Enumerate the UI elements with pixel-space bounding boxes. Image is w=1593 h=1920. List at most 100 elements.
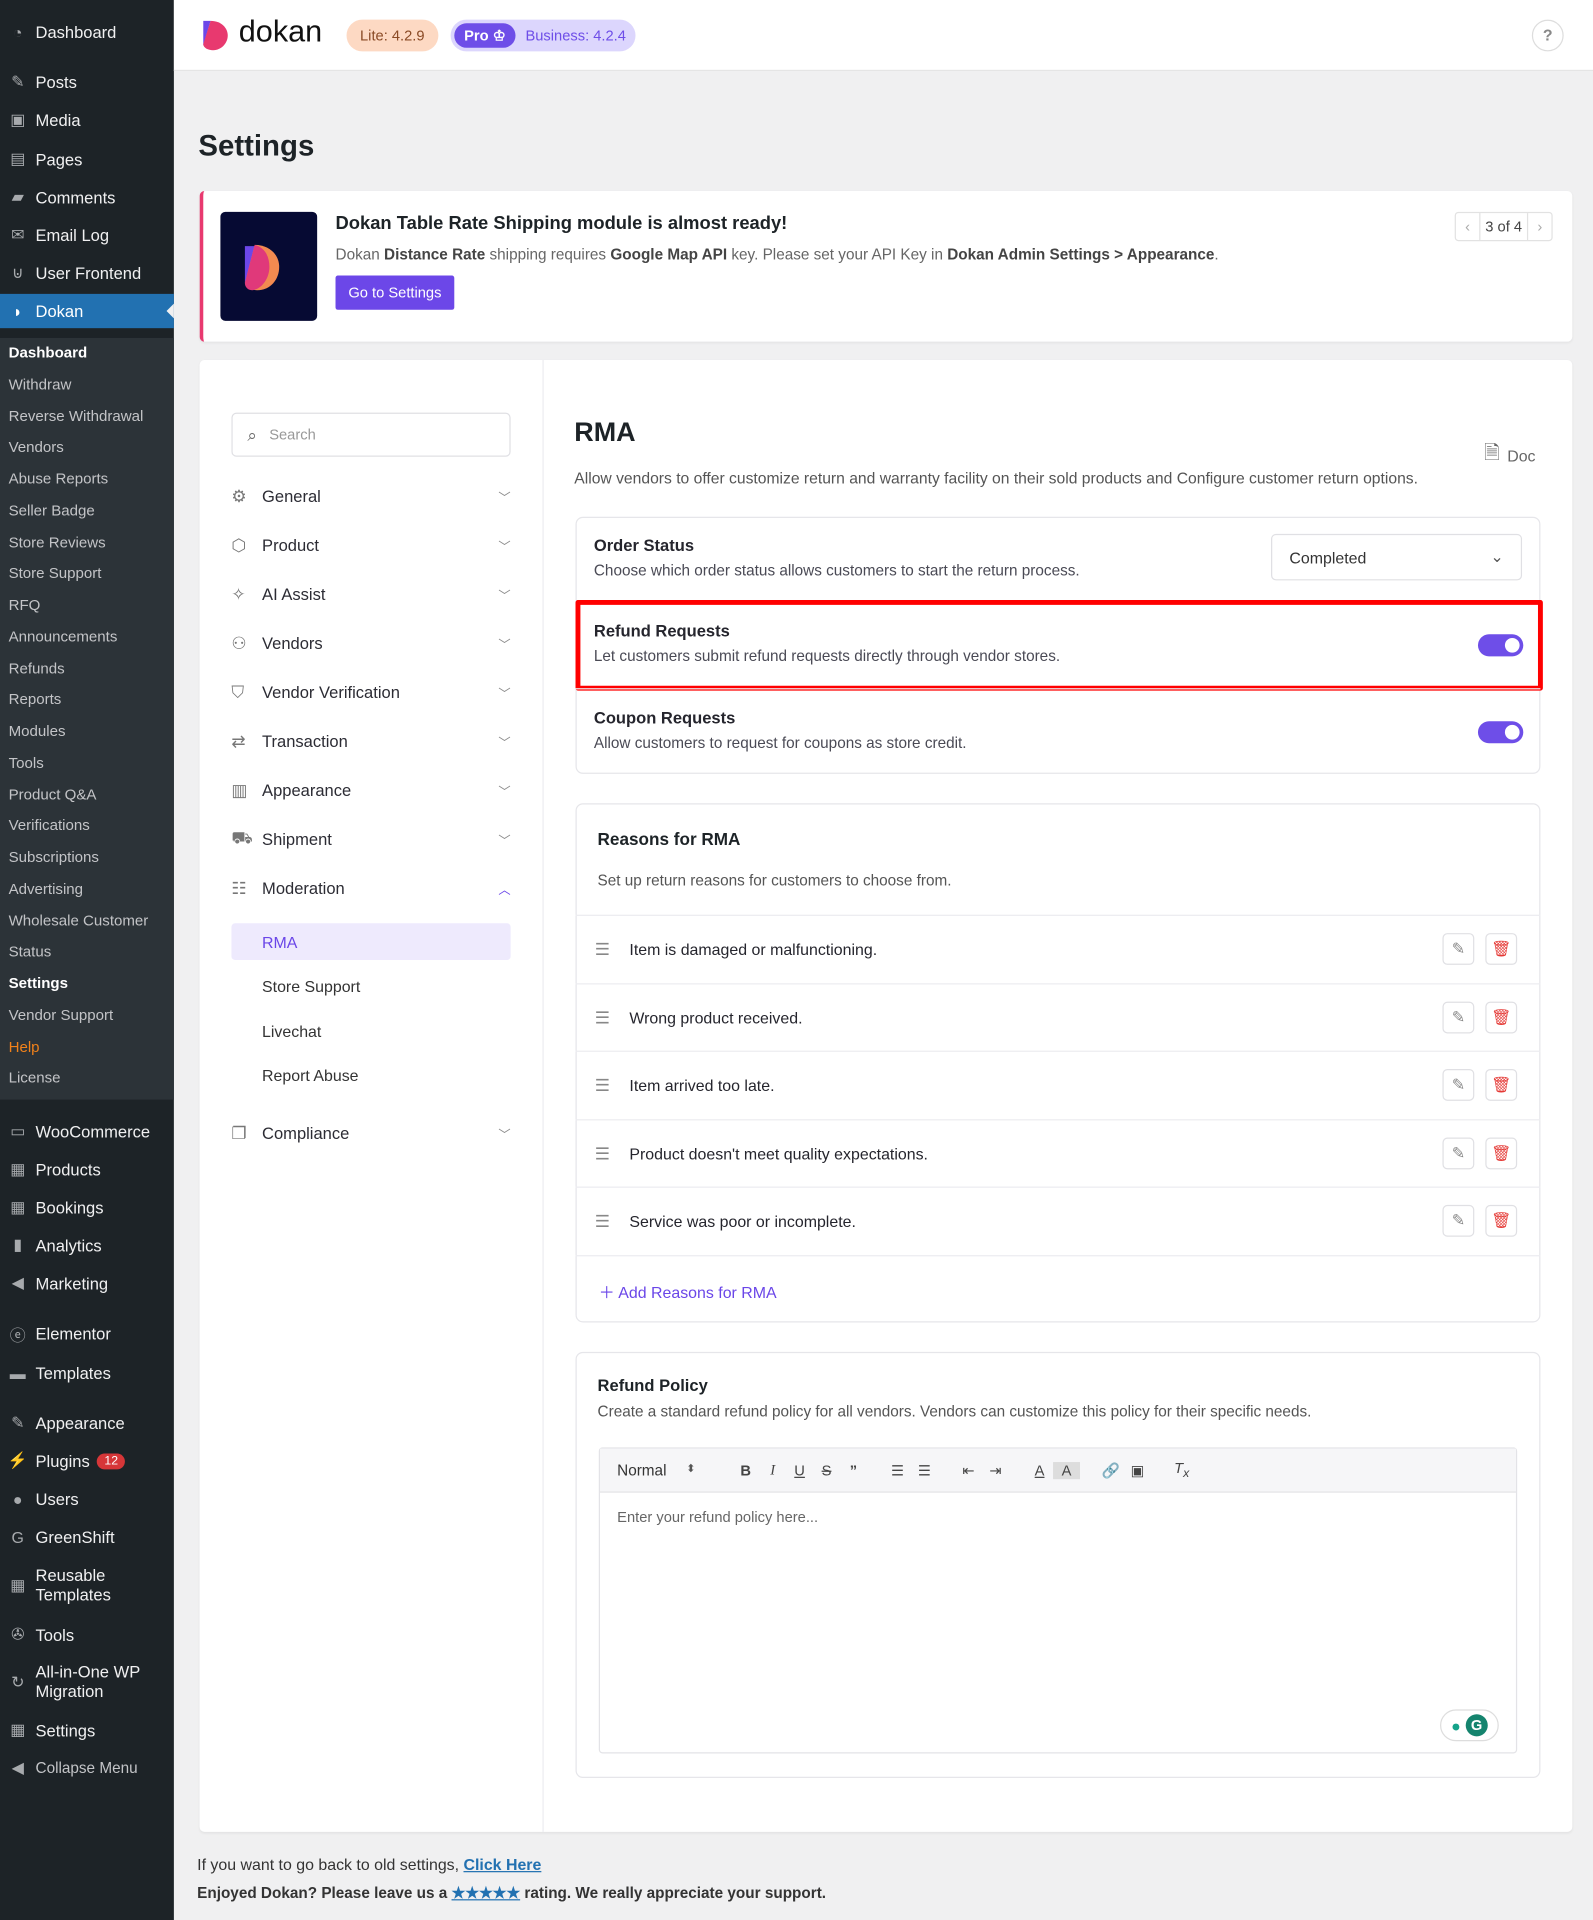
wp-menu-email-log[interactable]: ✉ Email Log [0, 218, 174, 252]
wp-menu-comments[interactable]: ▰ Comments [0, 180, 174, 214]
drag-handle-icon[interactable]: ☰ [576, 1075, 630, 1096]
dokan-submenu-modules[interactable]: Modules [9, 722, 66, 739]
grammarly-widget[interactable]: ● G [1440, 1709, 1499, 1742]
rating-stars-link[interactable]: ★★★★★ [452, 1885, 521, 1902]
dokan-submenu-rfq[interactable]: RFQ [9, 596, 41, 613]
outdent-icon[interactable]: ⇤ [955, 1461, 982, 1478]
settings-nav-product[interactable]: ⬡ Product ﹀ [231, 530, 510, 559]
drag-handle-icon[interactable]: ☰ [576, 1143, 630, 1164]
blockquote-icon[interactable]: ” [840, 1461, 867, 1478]
strikethrough-icon[interactable]: S [813, 1461, 840, 1478]
wp-menu-marketing[interactable]: ◀ Marketing [0, 1266, 174, 1300]
background-color-icon[interactable]: A [1053, 1461, 1081, 1479]
edit-reason-button[interactable]: ✎ [1442, 1001, 1475, 1033]
dokan-submenu-reports[interactable]: Reports [9, 691, 62, 708]
wp-menu-posts[interactable]: ✎ Posts [0, 65, 174, 99]
wp-menu-tools[interactable]: ✇ Tools [0, 1618, 174, 1652]
add-reason-button[interactable]: ＋ Add Reasons for RMA [599, 1280, 777, 1303]
dokan-submenu-reverse-withdrawal[interactable]: Reverse Withdrawal [9, 407, 144, 424]
prev-notice-button[interactable]: ‹ [1456, 213, 1481, 241]
wp-menu-woocommerce[interactable]: ▭ WooCommerce [0, 1114, 174, 1148]
dokan-submenu-seller-badge[interactable]: Seller Badge [9, 502, 95, 519]
settings-subnav-report-abuse[interactable]: Report Abuse [231, 1057, 510, 1094]
wp-menu-templates[interactable]: ▬ Templates [0, 1356, 174, 1390]
drag-handle-icon[interactable]: ☰ [576, 939, 630, 960]
wp-menu-users[interactable]: ● Users [0, 1482, 174, 1516]
italic-icon[interactable]: I [759, 1461, 786, 1479]
edit-reason-button[interactable]: ✎ [1442, 1069, 1475, 1102]
wp-menu-media[interactable]: ▣ Media [0, 103, 174, 137]
delete-reason-button[interactable]: 🗑︎ [1485, 1137, 1518, 1170]
refund-policy-textarea[interactable]: Enter your refund policy here... [600, 1493, 1516, 1542]
delete-reason-button[interactable]: 🗑︎ [1485, 1001, 1518, 1033]
next-notice-button[interactable]: › [1526, 213, 1551, 241]
wp-menu-user-frontend[interactable]: ⊍ User Frontend [0, 256, 174, 290]
wp-menu-elementor[interactable]: ⓔ Elementor [0, 1316, 174, 1350]
edit-reason-button[interactable]: ✎ [1442, 1137, 1475, 1170]
dokan-submenu-vendors[interactable]: Vendors [9, 439, 64, 456]
wp-menu-products[interactable]: ▦ Products [0, 1152, 174, 1186]
dokan-submenu-abuse-reports[interactable]: Abuse Reports [9, 470, 109, 487]
delete-reason-button[interactable]: 🗑︎ [1485, 933, 1518, 965]
settings-nav-vendors[interactable]: ⚇ Vendors ﹀ [231, 629, 510, 658]
bold-icon[interactable]: B [732, 1461, 759, 1478]
dokan-submenu-vendor-support[interactable]: Vendor Support [9, 1006, 114, 1023]
wp-menu-bookings[interactable]: ▦ Bookings [0, 1190, 174, 1224]
settings-subnav-rma[interactable]: RMA [231, 923, 511, 961]
settings-nav-general[interactable]: ⚙ General ﹀ [231, 481, 510, 510]
dokan-submenu-settings[interactable]: Settings [9, 975, 68, 992]
dokan-submenu-store-reviews[interactable]: Store Reviews [9, 533, 106, 550]
click-here-link[interactable]: Click Here [463, 1855, 541, 1873]
delete-reason-button[interactable]: 🗑︎ [1485, 1205, 1518, 1238]
drag-handle-icon[interactable]: ☰ [576, 1007, 630, 1028]
dokan-submenu-license[interactable]: License [9, 1069, 61, 1086]
underline-icon[interactable]: U [786, 1461, 813, 1478]
wp-menu-reusable-templates[interactable]: ▦ Reusable Templates [0, 1564, 174, 1608]
help-button[interactable]: ? [1531, 19, 1564, 52]
delete-reason-button[interactable]: 🗑︎ [1485, 1069, 1518, 1102]
settings-nav-shipment[interactable]: ⛟ Shipment ﹀ [231, 825, 510, 854]
coupon-requests-toggle[interactable] [1477, 721, 1524, 744]
dokan-submenu-subscriptions[interactable]: Subscriptions [9, 849, 99, 866]
wp-menu-plugins[interactable]: ⚡ Plugins 12 [0, 1444, 174, 1478]
dokan-submenu-advertising[interactable]: Advertising [9, 880, 84, 897]
order-status-select[interactable]: Completed ⌄ [1271, 533, 1523, 581]
settings-nav-ai-assist[interactable]: ✧ AI Assist ﹀ [231, 579, 510, 608]
dokan-submenu-withdraw[interactable]: Withdraw [9, 376, 72, 393]
settings-subnav-store-support[interactable]: Store Support [231, 967, 510, 1004]
dokan-submenu-store-support[interactable]: Store Support [9, 565, 102, 582]
dokan-submenu-refunds[interactable]: Refunds [9, 659, 65, 676]
wp-menu-all-in-one-wp-migration[interactable]: ↻ All-in-One WP Migration [0, 1660, 174, 1704]
format-select[interactable]: Normal ⬍ [617, 1461, 695, 1478]
wp-menu-analytics[interactable]: ▮ Analytics [0, 1228, 174, 1262]
dokan-submenu-product-q-a[interactable]: Product Q&A [9, 786, 97, 803]
image-icon[interactable]: ▣ [1124, 1461, 1151, 1478]
settings-nav-vendor-verification[interactable]: ⛉ Vendor Verification ﹀ [231, 678, 510, 707]
settings-search-input[interactable]: ⌕ Search [231, 412, 511, 457]
indent-icon[interactable]: ⇥ [982, 1461, 1009, 1478]
dokan-submenu-tools[interactable]: Tools [9, 754, 44, 771]
bullet-list-icon[interactable]: ☰ [911, 1461, 938, 1478]
ordered-list-icon[interactable]: ☰ [884, 1461, 911, 1478]
edit-reason-button[interactable]: ✎ [1442, 1205, 1475, 1238]
wp-menu-pages[interactable]: ▤ Pages [0, 142, 174, 176]
dokan-submenu-verifications[interactable]: Verifications [9, 817, 90, 834]
settings-nav-transaction[interactable]: ⇄ Transaction ﹀ [231, 727, 510, 756]
wp-menu-settings[interactable]: ▦ Settings [0, 1713, 174, 1747]
text-color-icon[interactable]: A [1026, 1461, 1053, 1478]
wp-menu-dashboard[interactable]: ◔ Dashboard [0, 15, 174, 49]
wp-menu-appearance[interactable]: ✎ Appearance [0, 1406, 174, 1440]
edit-reason-button[interactable]: ✎ [1442, 933, 1475, 965]
doc-link[interactable]: 🗎 Doc [1484, 440, 1535, 473]
wp-menu-dokan[interactable]: ◗ Dokan [0, 293, 174, 329]
wp-menu-greenshift[interactable]: G GreenShift [0, 1520, 174, 1554]
settings-nav-moderation[interactable]: ☷ Moderation ︿ [231, 874, 510, 903]
link-icon[interactable]: 🔗 [1097, 1461, 1124, 1478]
settings-subnav-livechat[interactable]: Livechat [231, 1013, 510, 1050]
dokan-submenu-announcements[interactable]: Announcements [9, 628, 118, 645]
settings-nav-appearance[interactable]: ▥ Appearance ﹀ [231, 776, 510, 805]
dokan-submenu-dashboard[interactable]: Dashboard [9, 344, 88, 361]
dokan-submenu-help[interactable]: Help [9, 1038, 40, 1055]
clear-format-icon[interactable]: Tx [1168, 1459, 1195, 1480]
dokan-submenu-status[interactable]: Status [9, 943, 52, 960]
